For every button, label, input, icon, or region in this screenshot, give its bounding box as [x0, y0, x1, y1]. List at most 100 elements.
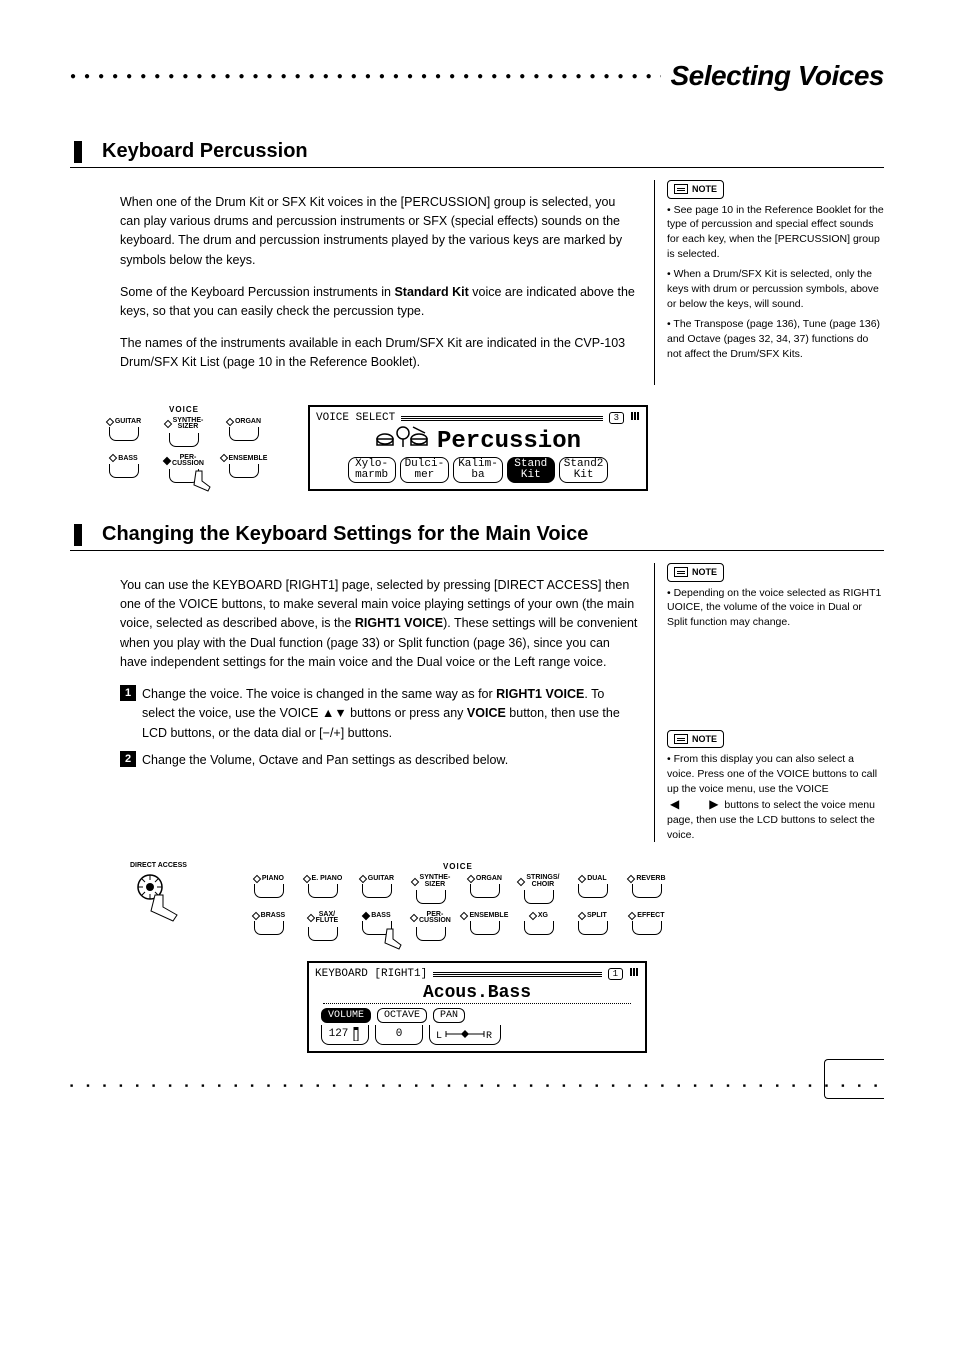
- vc-label-split: SPLIT: [587, 912, 607, 919]
- vc-label-strings: STRINGS/CHOIR: [526, 875, 559, 888]
- vc-label-reverb: REVERB: [636, 875, 665, 882]
- vc-btn-epiano[interactable]: [308, 884, 338, 898]
- lcd-tab-stand2kit[interactable]: Stand2Kit: [559, 457, 609, 483]
- vc-btn-strings[interactable]: [524, 890, 554, 904]
- note-label: NOTE: [692, 733, 717, 746]
- voice-cluster-small: VOICE GUITAR SYNTHE-SIZER ORGAN BASS PER…: [100, 405, 268, 483]
- vc-label-synth: SYNTHE-SIZER: [173, 418, 204, 431]
- footer-dots: [70, 1083, 884, 1089]
- lcd-tab-kalimba[interactable]: Kalim-ba: [453, 457, 503, 483]
- vc-btn-dual[interactable]: [578, 884, 608, 898]
- vc-btn-guitar[interactable]: [109, 427, 139, 441]
- section2-body: You can use the KEYBOARD [RIGHT1] page, …: [70, 563, 638, 842]
- lcd2-tab-octave[interactable]: OCTAVE: [377, 1008, 427, 1023]
- section-bar-icon: [74, 141, 82, 163]
- lcd-scroll-icon: [629, 967, 639, 981]
- vc-btn-percussion[interactable]: [416, 927, 446, 941]
- section2-note2: • From this display you can also select …: [667, 752, 884, 842]
- lcd-big-text: Percussion: [437, 428, 581, 455]
- section1-note2: • When a Drum/SFX Kit is selected, only …: [667, 267, 884, 311]
- vc-label-percussion: PER-CUSSION: [172, 455, 204, 468]
- voice-cluster-wide: VOICE PIANO E. PIANO GUITAR SYNTHE-SIZER…: [247, 862, 669, 940]
- section1-body: When one of the Drum Kit or SFX Kit voic…: [70, 180, 638, 385]
- svg-text:L: L: [436, 1031, 442, 1040]
- lcd2-tab-volume[interactable]: VOLUME: [321, 1008, 371, 1023]
- lcd-tab-standkit[interactable]: StandKit: [507, 457, 555, 483]
- note-label: NOTE: [692, 566, 717, 579]
- vc-label-piano: PIANO: [262, 875, 284, 882]
- vc-label-bass: BASS: [118, 455, 137, 462]
- vc-btn-synth[interactable]: [416, 890, 446, 904]
- direct-access-label: DIRECT ACCESS: [130, 862, 187, 869]
- direct-access-button-icon[interactable]: [133, 873, 183, 923]
- lcd2-val-volume: 127: [321, 1025, 369, 1045]
- header-dots: [70, 72, 661, 80]
- vc-btn-xg[interactable]: [524, 921, 554, 935]
- note-badge: NOTE: [667, 563, 724, 582]
- pan-slider-icon: L R: [436, 1028, 494, 1040]
- vc-label-organ: ORGAN: [235, 418, 261, 425]
- section-bar-icon: [74, 524, 82, 546]
- vc-btn-synth[interactable]: [169, 433, 199, 447]
- vc-label-effect: EFFECT: [637, 912, 664, 919]
- vc-btn-organ[interactable]: [229, 427, 259, 441]
- lcd-page-indicator: 3: [609, 412, 624, 424]
- lcd-rule-icon: [401, 415, 602, 421]
- vc-btn-guitar[interactable]: [362, 884, 392, 898]
- page-number-box: [824, 1059, 884, 1099]
- triangle-left-right-icon: ◀▶: [670, 796, 718, 813]
- vc-label-sax: SAX/FLUTE: [316, 912, 339, 925]
- vc-btn-reverb[interactable]: [632, 884, 662, 898]
- lcd2-title: KEYBOARD [RIGHT1]: [315, 968, 427, 980]
- lcd-tab-xylo[interactable]: Xylo-marmb: [348, 457, 396, 483]
- lcd-rule-icon: [433, 971, 601, 977]
- vc-btn-organ[interactable]: [470, 884, 500, 898]
- vc-btn-ensemble[interactable]: [229, 464, 259, 478]
- p2a: Some of the Keyboard Percussion instrume…: [120, 285, 394, 299]
- vc-label-ensemble: ENSEMBLE: [229, 455, 268, 462]
- note-label: NOTE: [692, 183, 717, 196]
- vc-btn-sax[interactable]: [308, 927, 338, 941]
- volume-bar-icon: [351, 1027, 361, 1041]
- section2-title: Changing the Keyboard Settings for the M…: [102, 523, 588, 546]
- vc-label-xg: XG: [538, 912, 548, 919]
- vc-btn-bass[interactable]: [109, 464, 139, 478]
- lcd2-tab-pan[interactable]: PAN: [433, 1008, 465, 1023]
- page-title: Selecting Voices: [671, 60, 885, 92]
- step-1-badge: 1: [120, 685, 136, 701]
- note-badge: NOTE: [667, 180, 724, 199]
- section2-p1: You can use the KEYBOARD [RIGHT1] page, …: [120, 576, 638, 673]
- section1-p2: Some of the Keyboard Percussion instrume…: [120, 283, 638, 322]
- section1-sidebar: NOTE • See page 10 in the Reference Book…: [654, 180, 884, 385]
- svg-text:R: R: [486, 1031, 492, 1040]
- drumkit-icon: [375, 425, 431, 457]
- vc-label-synth: SYNTHE-SIZER: [420, 875, 451, 888]
- vc-btn-effect[interactable]: [632, 921, 662, 935]
- hand-pointer-icon: [379, 927, 409, 955]
- lcd-keyboard-right1: KEYBOARD [RIGHT1] 1 Acous.Bass VOLUME OC…: [307, 961, 647, 1053]
- keyboard-icon: [674, 734, 688, 744]
- hand-pointer-icon: [188, 469, 218, 497]
- lcd-title: VOICE SELECT: [316, 412, 395, 424]
- vc-label-organ: ORGAN: [476, 875, 502, 882]
- voice-cluster-label: VOICE: [443, 862, 473, 871]
- s2p1b: RIGHT1 VOICE: [355, 616, 443, 630]
- keyboard-icon: [674, 567, 688, 577]
- vc-label-percussion: PER-CUSSION: [419, 912, 451, 925]
- p2b: Standard Kit: [394, 285, 468, 299]
- note-badge: NOTE: [667, 730, 724, 749]
- lcd-voice-select: VOICE SELECT 3: [308, 405, 648, 491]
- lcd-tab-dulcimer[interactable]: Dulci-mer: [400, 457, 450, 483]
- vc-btn-ensemble[interactable]: [470, 921, 500, 935]
- lcd2-big-text: Acous.Bass: [323, 983, 631, 1004]
- lcd2-val-pan: L R: [429, 1025, 501, 1045]
- vc-btn-piano[interactable]: [254, 884, 284, 898]
- voice-cluster-label: VOICE: [100, 405, 268, 414]
- section1-header: Keyboard Percussion: [70, 132, 884, 168]
- step-2-text: Change the Volume, Octave and Pan settin…: [142, 751, 638, 770]
- vc-btn-brass[interactable]: [254, 921, 284, 935]
- keyboard-icon: [674, 184, 688, 194]
- direct-access-block: DIRECT ACCESS: [130, 862, 187, 923]
- vc-btn-split[interactable]: [578, 921, 608, 935]
- section2-header: Changing the Keyboard Settings for the M…: [70, 515, 884, 551]
